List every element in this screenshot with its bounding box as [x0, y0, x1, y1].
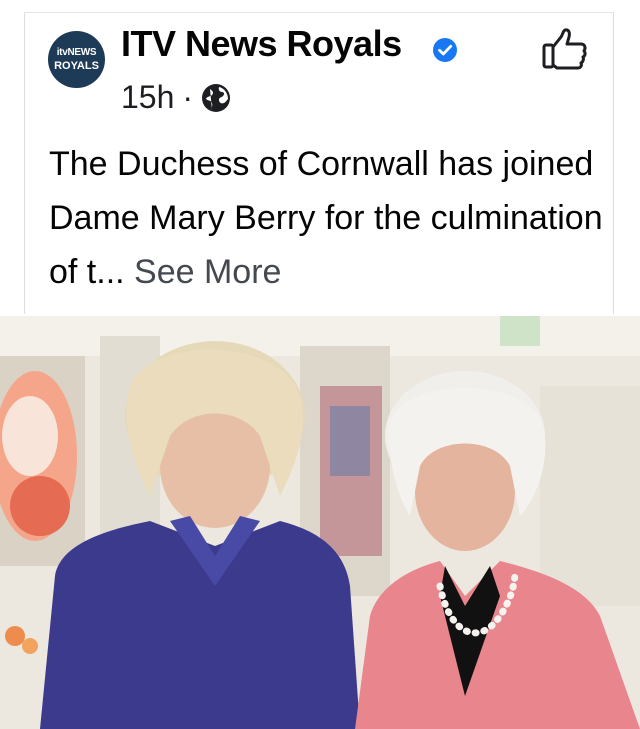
- post-text-body: The Duchess of Cornwall has joined Dame …: [49, 145, 603, 291]
- page-avatar[interactable]: itvNEWS ROYALS: [48, 31, 105, 88]
- post-card: itvNEWS ROYALS ITV News Royals 15h · The…: [24, 12, 614, 314]
- avatar-logo-line2: ROYALS: [54, 59, 99, 72]
- verified-badge-icon: [433, 38, 457, 62]
- see-more-link[interactable]: See More: [134, 253, 281, 291]
- globe-icon: [202, 83, 231, 112]
- meta-separator: ·: [182, 79, 194, 115]
- thumbs-up-icon[interactable]: [541, 27, 589, 71]
- post-timestamp[interactable]: 15h: [121, 79, 174, 116]
- post-photo-image: [0, 316, 640, 729]
- post-text: The Duchess of Cornwall has joined Dame …: [49, 137, 609, 299]
- page-name-link[interactable]: ITV News Royals: [121, 23, 402, 65]
- post-photo[interactable]: [0, 316, 640, 729]
- avatar-logo-line1: itvNEWS: [56, 46, 97, 58]
- post-meta: 15h ·: [121, 79, 231, 116]
